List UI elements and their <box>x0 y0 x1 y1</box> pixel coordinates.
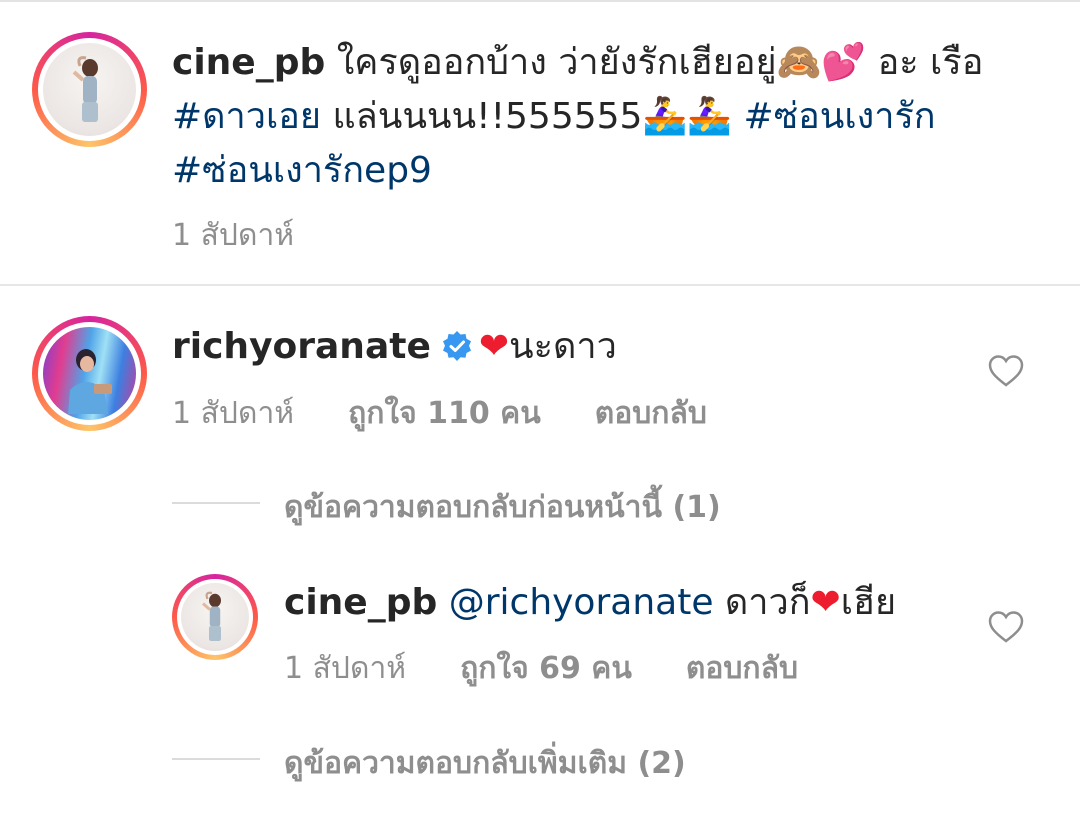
comment-heart-emoji: ❤ <box>478 326 510 367</box>
reply-heart-emoji: ❤ <box>810 582 841 623</box>
comment-likes-count[interactable]: ถูกใจ 110 คน <box>348 390 541 437</box>
caption-text: cine_pb ใครดูออกบ้าง ว่ายังรักเฮียอยู่🙈💕… <box>172 36 1032 198</box>
reply-likes-count[interactable]: ถูกใจ 69 คน <box>460 645 632 692</box>
reply-reply-button[interactable]: ตอบกลับ <box>686 645 798 692</box>
top-divider <box>0 0 1080 2</box>
verified-badge-icon <box>442 331 471 361</box>
caption-timestamp: 1 สัปดาห์ <box>172 218 295 253</box>
comment-text: richyoranate ❤นะดาว <box>172 320 972 374</box>
caption-text-2: อะ เรือ <box>866 42 984 83</box>
reply-timestamp: 1 สัปดาห์ <box>284 651 407 686</box>
comment-timestamp: 1 สัปดาห์ <box>172 396 295 431</box>
heart-outline-icon[interactable] <box>988 354 1024 388</box>
reply-username[interactable]: cine_pb <box>284 582 437 623</box>
hashtag-link[interactable]: #ซ่อนเงารักep9 <box>172 150 432 191</box>
hashtag-link[interactable]: #ซ่อนเงารัก <box>744 96 936 137</box>
comment-reply-button[interactable]: ตอบกลับ <box>595 390 707 437</box>
caption-meta: 1 สัปดาห์ <box>172 212 294 259</box>
hashtag-link[interactable]: #ดาวเอย <box>172 96 321 137</box>
caption-text-1: ใครดูออกบ้าง ว่ายังรักเฮียอยู่ <box>336 42 777 83</box>
caption-text-3: แล่นนนน!!555555 <box>321 96 643 137</box>
thread-line <box>172 502 260 504</box>
comment-body: นะดาว <box>509 326 617 367</box>
avatar-photo <box>67 348 112 414</box>
avatar-photo <box>202 591 221 641</box>
avatar-photo <box>72 55 98 122</box>
heart-outline-icon[interactable] <box>988 610 1024 644</box>
view-previous-replies-button[interactable]: ดูข้อความตอบกลับก่อนหน้านี้ (1) <box>284 484 721 531</box>
caption-divider <box>0 284 1080 286</box>
comment-username[interactable]: richyoranate <box>172 326 431 367</box>
caption-emoji-1: 🙈💕 <box>776 42 867 83</box>
reply-meta: 1 สัปดาห์ ถูกใจ 69 คน ตอบกลับ <box>284 645 798 692</box>
comment-meta: 1 สัปดาห์ ถูกใจ 110 คน ตอบกลับ <box>172 390 707 437</box>
view-more-replies-button[interactable]: ดูข้อความตอบกลับเพิ่มเติม (2) <box>284 740 686 787</box>
comment-avatar[interactable] <box>32 316 147 431</box>
caption-avatar[interactable] <box>32 32 147 147</box>
reply-text-1: ดาวก็ <box>713 582 811 623</box>
caption-username[interactable]: cine_pb <box>172 42 325 83</box>
reply-text: cine_pb @richyoranate ดาวก็❤เฮีย <box>284 576 964 630</box>
thread-line <box>172 758 260 760</box>
caption-emoji-2: 🚣‍♀️🚣‍♀️ <box>642 96 733 137</box>
reply-avatar[interactable] <box>172 574 258 660</box>
reply-mention-link[interactable]: @richyoranate <box>449 582 714 623</box>
comments-screen: cine_pb ใครดูออกบ้าง ว่ายังรักเฮียอยู่🙈💕… <box>0 0 1080 818</box>
reply-text-2: เฮีย <box>840 582 897 623</box>
